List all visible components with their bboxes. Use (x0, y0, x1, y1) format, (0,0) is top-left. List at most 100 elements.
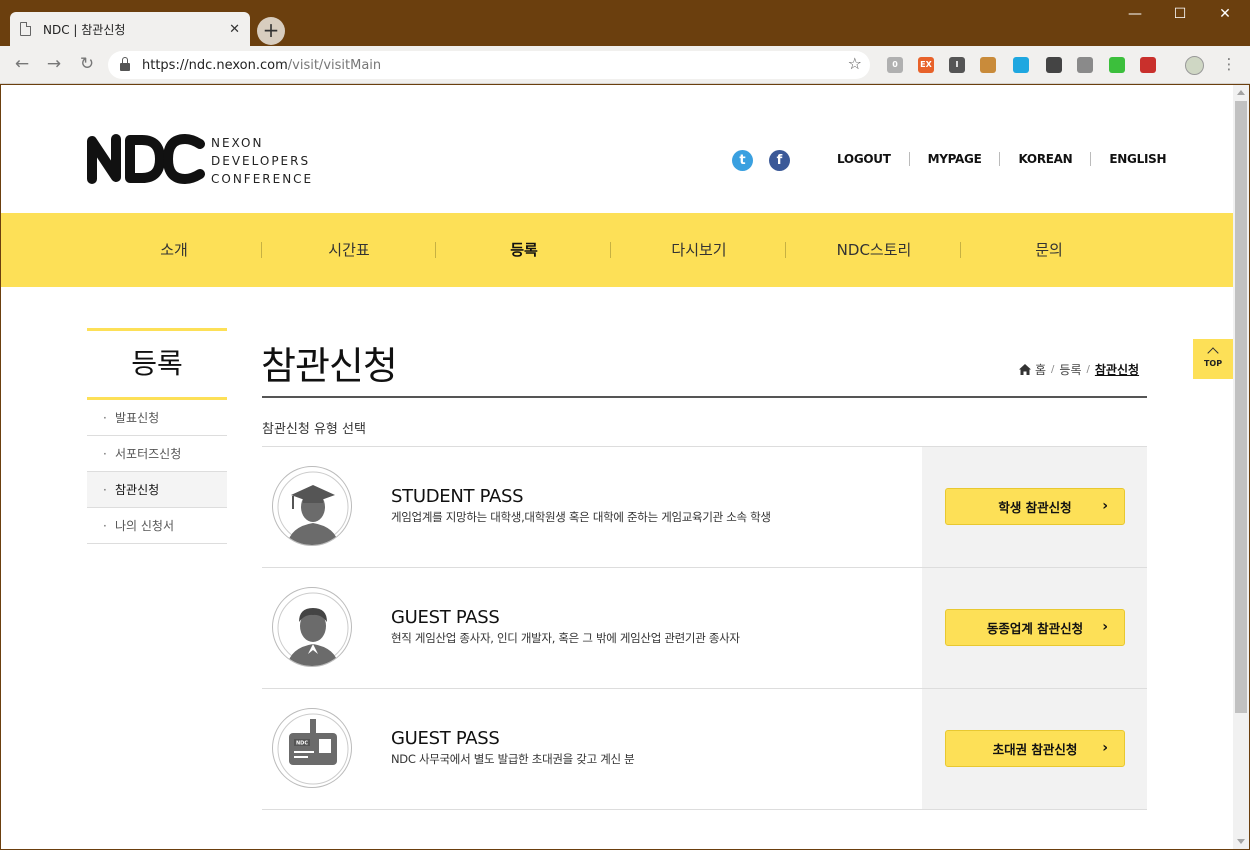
badge-icon-graphic: NDC (277, 713, 349, 785)
back-button[interactable]: ← (11, 54, 33, 74)
pass-row-invite: NDC GUEST PASS NDC 사무국에서 별도 발급한 초대권을 갖고 … (262, 689, 1147, 810)
button-label: 동종업계 참관신청 (986, 621, 1084, 636)
sidebar-item-visit[interactable]: 참관신청 (87, 472, 227, 508)
graduate-icon-graphic (277, 471, 349, 545)
graduate-icon (272, 466, 352, 546)
sidebar: 등록 발표신청 서포터즈신청 참관신청 나의 신청서 (87, 328, 227, 544)
person-icon-graphic (277, 592, 349, 666)
chevron-right-icon: › (1102, 740, 1108, 756)
logout-link[interactable]: LOGOUT (819, 152, 909, 166)
ext-ex-icon[interactable]: EX (918, 57, 934, 73)
nav-replay[interactable]: 다시보기 (612, 213, 786, 287)
reload-button[interactable]: ↻ (76, 54, 98, 74)
utility-links: LOGOUT MYPAGE KOREAN ENGLISH (819, 152, 1184, 166)
person-icon (272, 587, 352, 667)
twitter-icon[interactable]: t (732, 150, 753, 171)
lock-icon (120, 57, 130, 71)
ext-i-icon[interactable]: I (949, 57, 965, 73)
scroll-down-icon[interactable] (1237, 839, 1245, 844)
industry-apply-button[interactable]: 동종업계 참관신청 › (945, 609, 1125, 646)
nav-intro[interactable]: 소개 (87, 213, 261, 287)
top-label: TOP (1203, 359, 1223, 368)
url-path: /visit/visitMain (287, 57, 382, 73)
nav-ndc-story[interactable]: NDC스토리 (787, 213, 961, 287)
pass-description: NDC 사무국에서 별도 발급한 초대권을 갖고 계신 분 (391, 752, 635, 766)
chevron-right-icon: › (1102, 498, 1108, 514)
pass-name: GUEST PASS (391, 607, 500, 628)
page-scrollbar[interactable] (1233, 85, 1249, 849)
ext-flask-icon[interactable] (980, 57, 996, 73)
scroll-thumb[interactable] (1235, 101, 1247, 713)
ext-eye-icon[interactable] (1013, 57, 1029, 73)
ext-pdf-icon[interactable] (1140, 57, 1156, 73)
sidebar-title: 등록 (87, 328, 227, 400)
breadcrumb-current[interactable]: 참관신청 (1095, 361, 1139, 378)
breadcrumb-register[interactable]: 등록 (1059, 361, 1081, 378)
invite-apply-button[interactable]: 초대권 참관신청 › (945, 730, 1125, 767)
forward-button[interactable]: → (43, 54, 65, 74)
badge-icon: NDC (272, 708, 352, 788)
facebook-icon[interactable]: f (769, 150, 790, 171)
pass-row-student: STUDENT PASS 게임업계를 지망하는 대학생,대학원생 혹은 대학에 … (262, 447, 1147, 568)
browser-menu-icon[interactable]: ⋮ (1218, 55, 1240, 73)
chevron-up-icon (1207, 347, 1219, 359)
divider (785, 242, 786, 258)
pass-row-guest: GUEST PASS 현직 게임산업 종사자, 인디 개발자, 혹은 그 밖에 … (262, 568, 1147, 689)
browser-toolbar: ← → ↻ https://ndc.nexon.com/visit/visitM… (0, 46, 1250, 84)
ext-up-icon[interactable] (1109, 57, 1125, 73)
sidebar-item-my-application[interactable]: 나의 신청서 (87, 508, 227, 544)
button-label: 초대권 참관신청 (992, 742, 1078, 757)
mypage-link[interactable]: MYPAGE (910, 152, 1000, 166)
ndc-logo-mark (87, 134, 205, 184)
ext-0-icon[interactable]: 0 (887, 57, 903, 73)
nav-contact[interactable]: 문의 (962, 213, 1136, 287)
page-viewport: NEXON DEVELOPERS CONFERENCE t f LOGOUT M… (1, 85, 1233, 849)
logo-line-nexon: NEXON (211, 136, 264, 150)
home-icon (1019, 364, 1031, 375)
pass-name: GUEST PASS (391, 728, 500, 749)
chevron-right-icon: › (1102, 619, 1108, 635)
button-label: 학생 참관신청 (998, 500, 1072, 515)
page-icon (20, 22, 31, 36)
new-tab-button[interactable]: + (257, 17, 285, 45)
minimize-button[interactable]: — (1120, 6, 1150, 22)
logo-text: NEXON DEVELOPERS CONFERENCE (211, 134, 313, 188)
english-link[interactable]: ENGLISH (1091, 152, 1184, 166)
title-divider (262, 396, 1147, 398)
pass-description: 현직 게임산업 종사자, 인디 개발자, 혹은 그 밖에 게임산업 관련기관 종… (391, 631, 740, 645)
close-window-button[interactable]: ✕ (1210, 6, 1240, 22)
ndc-logo[interactable]: NEXON DEVELOPERS CONFERENCE (86, 131, 316, 187)
logo-line-conference: CONFERENCE (211, 172, 314, 186)
divider (960, 242, 961, 258)
section-label: 참관신청 유형 선택 (262, 422, 366, 437)
korean-link[interactable]: KOREAN (1000, 152, 1090, 166)
breadcrumb-separator: / (1051, 364, 1055, 375)
logo-line-developers: DEVELOPERS (211, 154, 311, 168)
browser-titlebar: NDC | 참관신청 ✕ + — ☐ ✕ (0, 0, 1250, 46)
divider (610, 242, 611, 258)
address-bar[interactable]: https://ndc.nexon.com/visit/visitMain ☆ (108, 51, 870, 79)
pass-description: 게임업계를 지망하는 대학생,대학원생 혹은 대학에 준하는 게임교육기관 소속… (391, 510, 771, 524)
tab-close-icon[interactable]: ✕ (229, 22, 240, 37)
breadcrumb-home[interactable]: 홈 (1035, 361, 1046, 378)
bookmark-star-icon[interactable]: ☆ (848, 54, 862, 73)
scroll-top-button[interactable]: TOP (1193, 339, 1233, 379)
breadcrumb-separator: / (1086, 364, 1090, 375)
ext-msg-icon[interactable] (1077, 57, 1093, 73)
browser-tab[interactable]: NDC | 참관신청 ✕ (10, 12, 250, 46)
sidebar-item-supporters[interactable]: 서포터즈신청 (87, 436, 227, 472)
pass-name: STUDENT PASS (391, 486, 524, 507)
scroll-up-icon[interactable] (1237, 90, 1245, 95)
profile-avatar[interactable] (1185, 56, 1204, 75)
main-navigation: 소개 시간표 등록 다시보기 NDC스토리 문의 (1, 213, 1233, 287)
student-apply-button[interactable]: 학생 참관신청 › (945, 488, 1125, 525)
ext-dropper-icon[interactable] (1046, 57, 1062, 73)
badge-text: NDC (296, 741, 308, 747)
breadcrumb: 홈 / 등록 / 참관신청 (1019, 361, 1139, 378)
nav-timetable[interactable]: 시간표 (262, 213, 436, 287)
sidebar-item-speaker[interactable]: 발표신청 (87, 400, 227, 436)
page-title: 참관신청 (261, 344, 398, 388)
maximize-button[interactable]: ☐ (1165, 6, 1195, 22)
divider (435, 242, 436, 258)
nav-register[interactable]: 등록 (437, 213, 611, 287)
